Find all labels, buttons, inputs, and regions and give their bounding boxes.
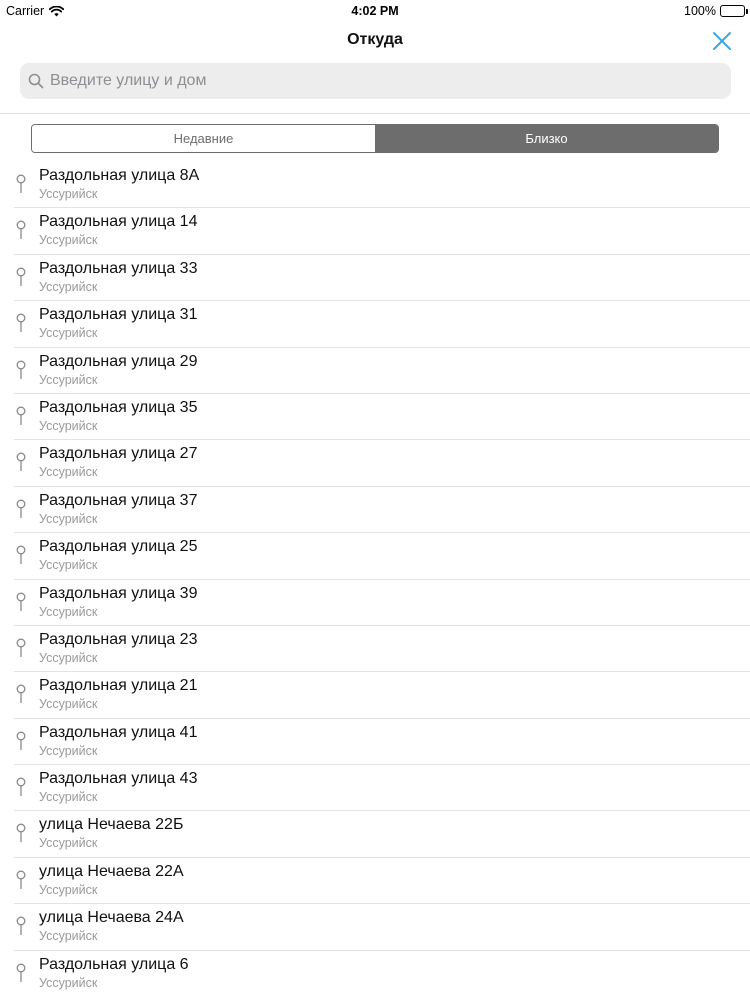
location-pin-icon: [15, 916, 27, 936]
location-pin-icon: [15, 174, 27, 194]
search-bar[interactable]: [20, 63, 731, 99]
list-item[interactable]: Раздольная улица 35 Уссурийск: [0, 394, 750, 441]
close-icon: [713, 32, 731, 50]
battery-icon: [720, 5, 748, 17]
list-item[interactable]: Раздольная улица 41 Уссурийск: [0, 719, 750, 766]
list-item-title: улица Нечаева 24А: [39, 909, 184, 927]
list-item-title: Раздольная улица 21: [39, 677, 198, 695]
list-item-subtitle: Уссурийск: [39, 836, 98, 851]
status-time: 4:02 PM: [351, 4, 399, 18]
list-item-title: Раздольная улица 25: [39, 538, 198, 556]
list-item-title: Раздольная улица 29: [39, 352, 198, 370]
search-input[interactable]: [50, 72, 710, 90]
list-item-subtitle: Уссурийск: [39, 650, 98, 665]
location-pin-icon: [15, 452, 27, 472]
location-pin-icon: [15, 592, 27, 612]
list-item-subtitle: Уссурийск: [39, 790, 98, 805]
list-item[interactable]: Раздольная улица 14 Уссурийск: [0, 208, 750, 256]
list-item-subtitle: Уссурийск: [39, 743, 98, 758]
list-item[interactable]: Раздольная улица 6 Уссурийск: [0, 951, 750, 997]
list-item-subtitle: Уссурийск: [39, 465, 98, 480]
status-bar: Carrier 4:02 PM 100%: [0, 0, 750, 22]
list-item[interactable]: улица Нечаева 22Б Уссурийск: [0, 811, 750, 859]
list-item-subtitle: Уссурийск: [39, 882, 98, 897]
list-item[interactable]: Раздольная улица 43 Уссурийск: [0, 765, 750, 812]
list-item-subtitle: Уссурийск: [39, 511, 98, 526]
location-pin-icon: [15, 823, 27, 843]
location-pin-icon: [15, 545, 27, 565]
list-item-subtitle: Уссурийск: [39, 975, 98, 990]
list-item-title: улица Нечаева 22Б: [39, 816, 184, 834]
list-item[interactable]: Раздольная улица 29 Уссурийск: [0, 348, 750, 395]
list-item-title: Раздольная улица 33: [39, 259, 198, 277]
page-title: Откуда: [347, 31, 403, 48]
list-item-title: улица Нечаева 22А: [39, 862, 184, 880]
location-pin-icon: [15, 963, 27, 983]
list-item[interactable]: Раздольная улица 39 Уссурийск: [0, 580, 750, 627]
list-item-subtitle: Уссурийск: [39, 233, 98, 248]
list-item[interactable]: Раздольная улица 33 Уссурийск: [0, 255, 750, 302]
list-item[interactable]: улица Нечаева 24А Уссурийск: [0, 904, 750, 952]
location-pin-icon: [15, 406, 27, 426]
list-item-title: Раздольная улица 27: [39, 445, 198, 463]
search-icon: [28, 73, 44, 89]
list-item[interactable]: Раздольная улица 8А Уссурийск: [0, 162, 750, 209]
segment-recent[interactable]: Недавние: [32, 125, 375, 152]
list-item[interactable]: Раздольная улица 31 Уссурийск: [0, 301, 750, 348]
segmented-control: Недавние Близко: [31, 124, 719, 153]
list-item-title: Раздольная улица 31: [39, 306, 198, 324]
list-item-subtitle: Уссурийск: [39, 279, 98, 294]
list-item-subtitle: Уссурийск: [39, 558, 98, 573]
list-item-title: Раздольная улица 37: [39, 491, 198, 509]
list-item-title: Раздольная улица 14: [39, 213, 198, 231]
close-button[interactable]: [708, 29, 736, 53]
location-pin-icon: [15, 870, 27, 890]
location-pin-icon: [15, 499, 27, 519]
list-item-title: Раздольная улица 8А: [39, 167, 200, 184]
segment-nearby[interactable]: Близко: [375, 125, 718, 152]
list-item[interactable]: Раздольная улица 27 Уссурийск: [0, 440, 750, 488]
header-divider: [0, 113, 750, 114]
list-item-subtitle: Уссурийск: [39, 604, 98, 619]
list-item-title: Раздольная улица 6: [39, 955, 189, 973]
list-item-title: Раздольная улица 39: [39, 584, 198, 602]
address-list: Раздольная улица 8А Уссурийск Раздольная у…: [0, 162, 750, 997]
list-item[interactable]: Раздольная улица 21 Уссурийск: [0, 672, 750, 720]
list-item-subtitle: Уссурийск: [39, 418, 98, 433]
location-pin-icon: [15, 360, 27, 380]
battery-percent: 100%: [684, 4, 716, 18]
location-pin-icon: [15, 638, 27, 658]
list-item-title: Раздольная улица 35: [39, 398, 198, 416]
location-pin-icon: [15, 731, 27, 751]
list-item[interactable]: улица Нечаева 22А Уссурийск: [0, 858, 750, 905]
list-item-subtitle: Уссурийск: [39, 372, 98, 387]
list-item-subtitle: Уссурийск: [39, 929, 98, 944]
list-item-title: Раздольная улица 23: [39, 630, 198, 648]
list-item-subtitle: Уссурийск: [39, 326, 98, 341]
list-item[interactable]: Раздольная улица 25 Уссурийск: [0, 533, 750, 580]
list-item-title: Раздольная улица 43: [39, 770, 198, 788]
list-item-subtitle: Уссурийск: [39, 187, 98, 201]
location-pin-icon: [15, 267, 27, 287]
list-item[interactable]: Раздольная улица 23 Уссурийск: [0, 626, 750, 673]
list-item-subtitle: Уссурийск: [39, 697, 98, 712]
location-pin-icon: [15, 220, 27, 240]
list-item-title: Раздольная улица 41: [39, 723, 198, 741]
location-pin-icon: [15, 684, 27, 704]
list-item[interactable]: Раздольная улица 37 Уссурийск: [0, 487, 750, 534]
location-pin-icon: [15, 777, 27, 797]
location-pin-icon: [15, 313, 27, 333]
status-right: 100%: [684, 4, 748, 18]
